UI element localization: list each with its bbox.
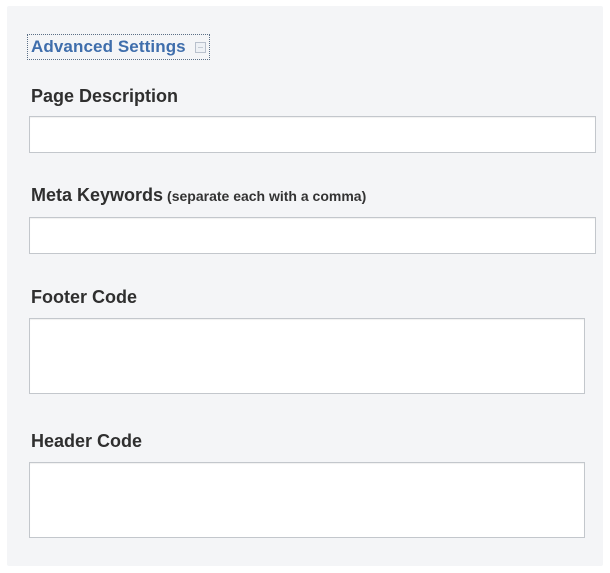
header-code-label-text: Header Code — [31, 431, 143, 451]
meta-keywords-input[interactable] — [29, 217, 596, 254]
meta-keywords-label: Meta Keywords (separate each with a comma… — [31, 185, 366, 206]
advanced-settings-toggle[interactable]: Advanced Settings — [27, 34, 210, 60]
advanced-settings-title[interactable]: Advanced Settings — [31, 37, 186, 57]
meta-keywords-hint: (separate each with a comma) — [167, 188, 367, 204]
footer-code-textarea[interactable] — [29, 318, 585, 394]
page-description-input[interactable] — [29, 116, 596, 153]
header-code-textarea[interactable] — [29, 462, 585, 538]
footer-code-label: Footer Code — [31, 287, 137, 308]
header-code-label: Header Code — [31, 431, 142, 452]
collapse-icon[interactable] — [194, 41, 206, 53]
meta-keywords-label-text: Meta Keywords — [31, 185, 164, 205]
page-description-label: Page Description — [31, 86, 178, 107]
page-description-label-text: Page Description — [31, 86, 179, 106]
footer-code-label-text: Footer Code — [31, 287, 137, 307]
